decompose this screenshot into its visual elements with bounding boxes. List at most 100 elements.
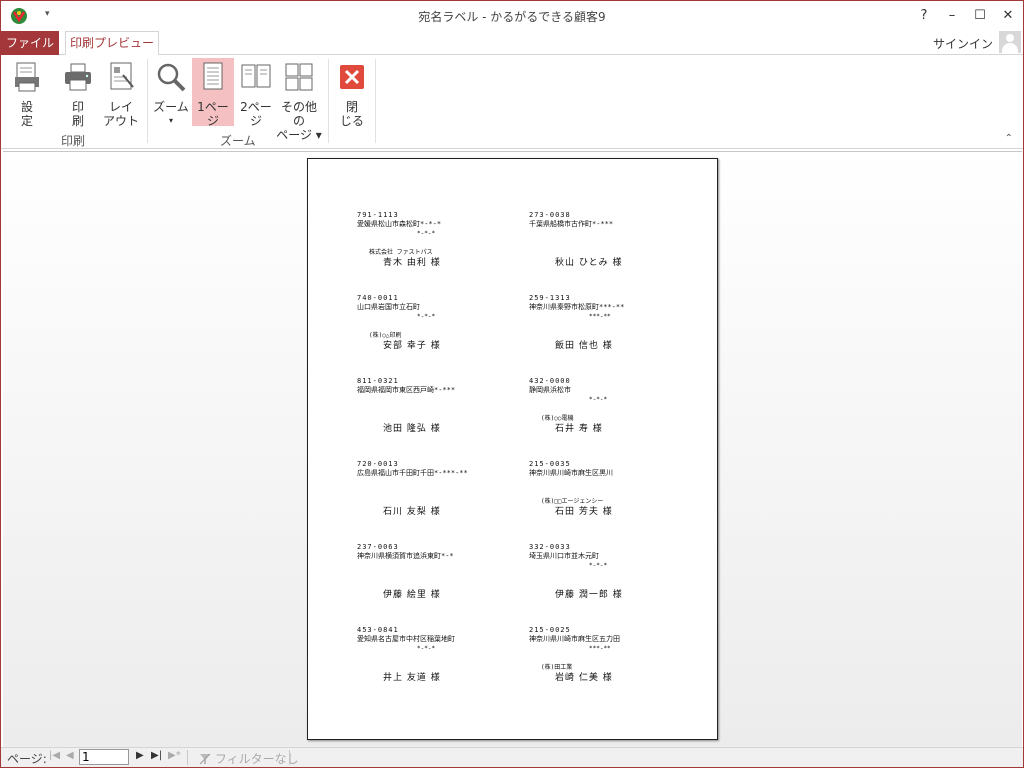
other-pages-button[interactable]: その他の ページ ▾ <box>276 61 322 142</box>
new-record-icon[interactable]: ▶* <box>168 750 181 761</box>
close-window-button[interactable]: ✕ <box>997 5 1019 27</box>
label-zip: 332-0033 <box>529 543 571 551</box>
first-page-icon[interactable]: |◀ <box>49 750 60 761</box>
maximize-button[interactable]: ☐ <box>969 5 991 27</box>
address-label: 259-1313 神奈川県秦野市松原町***-** ***-** 飯田 信也 様 <box>529 294 689 369</box>
group-label-print: 印刷 <box>61 134 86 148</box>
one-page-button[interactable]: 1ペー ジ <box>193 61 233 128</box>
page-setup-label-1: 設 <box>20 100 33 114</box>
label-address: 神奈川県川崎市麻生区黒川 <box>529 469 613 477</box>
page-setup-icon <box>15 62 39 92</box>
label-zip: 273-0038 <box>529 211 571 219</box>
label-address-line2: *-*-* <box>589 562 608 569</box>
label-zip: 215-0025 <box>529 626 571 634</box>
one-page-label-1: 1ペー <box>197 100 229 114</box>
zoom-label: ズーム <box>153 100 189 114</box>
filter-icon <box>199 753 211 765</box>
label-zip: 791-1113 <box>357 211 399 219</box>
layout-icon <box>110 62 134 90</box>
page-number-input[interactable]: 1 <box>79 749 129 765</box>
label-address-line2: *-*-* <box>417 230 436 237</box>
page-setup-button[interactable]: 設 定 <box>9 61 45 128</box>
last-page-icon[interactable]: ▶| <box>151 750 162 761</box>
layout-label-1: レイ <box>108 100 133 114</box>
close-preview-button[interactable]: 閉 じる <box>335 61 369 128</box>
two-page-label-1: 2ペー <box>240 100 272 114</box>
label-recipient-name: 池田 隆弘 様 <box>383 424 441 434</box>
label-recipient-name: 伊藤 絵里 様 <box>383 590 441 600</box>
collapse-ribbon-icon[interactable]: ⌃ <box>1005 133 1013 144</box>
help-button[interactable]: ? <box>913 5 935 27</box>
signin-link[interactable]: サインイン <box>933 35 993 52</box>
address-label: 215-0035 神奈川県川崎市麻生区黒川 (株)□□エージェンシー 石田 芳夫 様 <box>529 460 689 535</box>
one-page-label-2: ジ <box>206 114 219 128</box>
label-page: 791-1113 愛媛県松山市森松町*-*-* *-*-* 株式会社 ファストパス 青木… <box>307 158 718 740</box>
label-recipient-name: 安部 幸子 様 <box>383 341 441 351</box>
two-page-button[interactable]: 2ペー ジ <box>236 61 276 128</box>
label-recipient-name: 石川 友梨 様 <box>383 507 441 517</box>
status-separator <box>187 750 188 765</box>
prev-page-icon[interactable]: ◀ <box>66 750 74 761</box>
one-page-icon <box>203 62 223 90</box>
avatar[interactable] <box>999 31 1021 53</box>
label-recipient-name: 青木 由利 様 <box>383 258 441 268</box>
label-recipient-name: 石田 芳夫 様 <box>555 507 613 517</box>
address-label: 432-0000 静岡県浜松市 *-*-* (株)○○電機 石井 寿 様 <box>529 377 689 452</box>
close-preview-label-2: じる <box>339 114 364 128</box>
label-address-line2: *-*-* <box>589 396 608 403</box>
zoom-button[interactable]: ズーム ▾ <box>152 61 190 128</box>
page-label: ページ: <box>7 752 47 766</box>
label-address: 千葉県船橋市古作町*-*** <box>529 220 614 228</box>
label-address: 山口県岩国市立石町 <box>357 303 420 311</box>
label-address: 広島県福山市千田町千田*-***-** <box>357 469 468 477</box>
group-separator <box>147 59 148 143</box>
address-label: 215-0025 神奈川県川崎市麻生区五力田 ***-** (株)田工業 岩崎 仁美 様 <box>529 626 689 701</box>
two-page-icon <box>241 64 271 88</box>
label-zip: 720-0013 <box>357 460 399 468</box>
label-address: 埼玉県川口市並木元町 <box>529 552 599 560</box>
label-zip: 259-1313 <box>529 294 571 302</box>
label-recipient-name: 石井 寿 様 <box>555 424 603 434</box>
minimize-button[interactable]: – <box>941 5 963 27</box>
ribbon-tabs: ファイル 印刷プレビュー サインイン <box>1 31 1023 56</box>
print-label-2: 刷 <box>71 114 84 128</box>
close-preview-label-1: 閉 <box>345 100 358 114</box>
status-bar: ページ: |◀ ◀ 1 ▶ ▶| ▶* フィルターなし <box>1 747 1023 767</box>
group-label-zoom: ズーム <box>220 134 256 148</box>
status-separator <box>289 750 290 765</box>
tab-print-preview[interactable]: 印刷プレビュー <box>65 31 159 56</box>
magnifier-icon <box>157 63 186 92</box>
window-title: 宛名ラベル - かるがるできる顧客9 <box>418 10 606 24</box>
title-bar: ▾ 宛名ラベル - かるがるできる顧客9 ? – ☐ ✕ <box>1 1 1023 31</box>
label-zip: 811-0321 <box>357 377 399 385</box>
group-separator <box>375 59 376 143</box>
group-separator <box>328 59 329 143</box>
tab-file[interactable]: ファイル <box>1 31 59 55</box>
label-address-line2: *-*-* <box>417 313 436 320</box>
multi-page-icon <box>285 63 313 91</box>
address-label: 740-0011 山口県岩国市立石町 *-*-* (株)○△印刷 安部 幸子 様 <box>357 294 517 369</box>
label-address: 愛知県名古屋市中村区稲葉地町 <box>357 635 455 643</box>
address-label: 273-0038 千葉県船橋市古作町*-*** 秋山 ひとみ 様 <box>529 211 689 286</box>
filter-status[interactable]: フィルターなし <box>199 750 299 767</box>
label-zip: 237-0063 <box>357 543 399 551</box>
label-recipient-name: 井上 友道 様 <box>383 673 441 683</box>
label-address: 神奈川県秦野市松原町***-** <box>529 303 625 311</box>
print-label-1: 印 <box>71 100 84 114</box>
address-label: 791-1113 愛媛県松山市森松町*-*-* *-*-* 株式会社 ファストパス 青木… <box>357 211 517 286</box>
label-recipient-name: 飯田 信也 様 <box>555 341 613 351</box>
other-pages-label-1: その他の <box>280 100 317 128</box>
layout-button[interactable]: レイ アウト <box>102 61 140 128</box>
filter-status-label: フィルターなし <box>214 752 299 766</box>
address-label: 453-0841 愛知県名古屋市中村区稲葉地町 *-*-* 井上 友道 様 <box>357 626 517 701</box>
label-address: 静岡県浜松市 <box>529 386 571 394</box>
label-recipient-name: 岩崎 仁美 様 <box>555 673 613 683</box>
label-address: 福岡県福岡市東区西戸崎*-*** <box>357 386 456 394</box>
label-address: 神奈川県川崎市麻生区五力田 <box>529 635 620 643</box>
label-address-line2: ***-** <box>589 645 611 652</box>
zoom-caret-icon: ▾ <box>168 116 173 125</box>
print-button[interactable]: 印 刷 <box>60 61 96 128</box>
next-page-icon[interactable]: ▶ <box>136 750 144 761</box>
address-label: 237-0063 神奈川県横須賀市追浜東町*-* 伊藤 絵里 様 <box>357 543 517 618</box>
label-address: 神奈川県横須賀市追浜東町*-* <box>357 552 454 560</box>
